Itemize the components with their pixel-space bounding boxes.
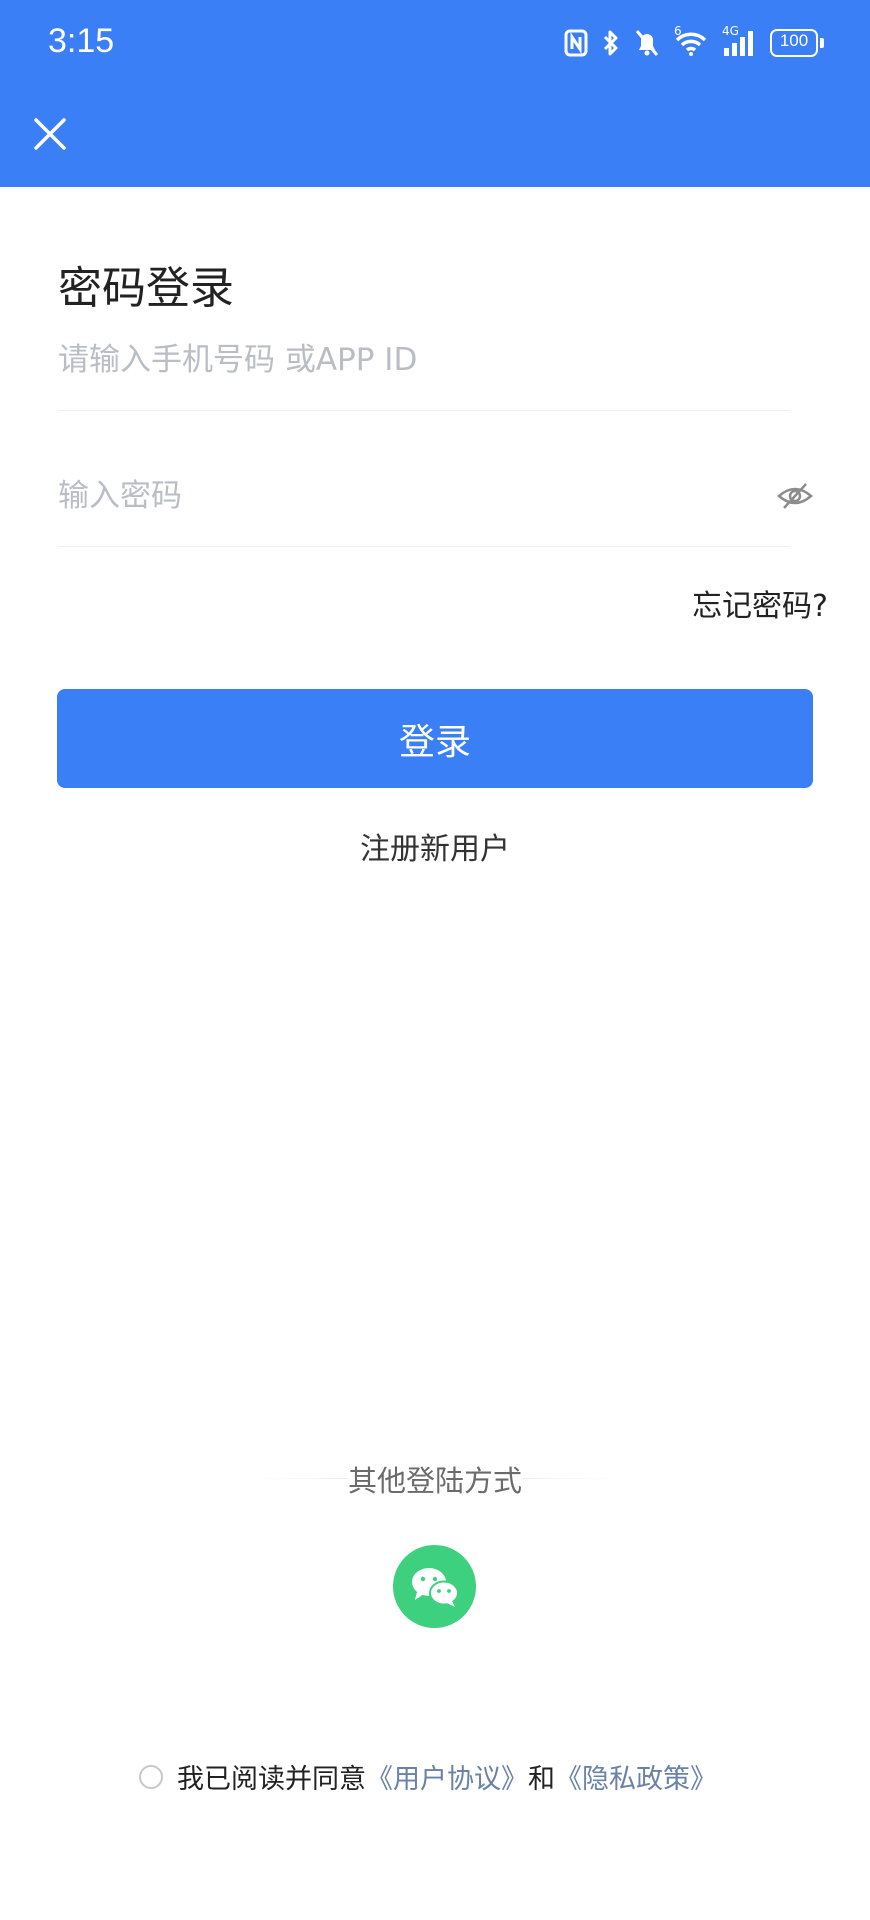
mute-bell-icon xyxy=(635,30,659,56)
agreement-checkbox[interactable] xyxy=(139,1764,163,1789)
phone-input[interactable] xyxy=(58,338,758,382)
status-icons: 6 4G 100 xyxy=(564,24,824,62)
close-icon[interactable] xyxy=(32,116,68,152)
signal-icon xyxy=(724,31,753,56)
page-title: 密码登录 xyxy=(58,263,234,314)
wechat-icon xyxy=(411,1567,459,1607)
eye-hidden-icon[interactable] xyxy=(776,478,814,514)
battery-icon: 100 xyxy=(770,29,824,57)
agreement-and: 和 xyxy=(528,1764,555,1795)
register-label[interactable]: 注册新用户 xyxy=(360,832,510,867)
app-header: 3:15 6 4G 100 xyxy=(0,0,870,187)
battery-level: 100 xyxy=(779,31,809,50)
wifi-icon xyxy=(675,32,707,56)
agreement-prefix: 我已阅读并同意 xyxy=(177,1764,366,1795)
register-link: 注册新用户 xyxy=(0,824,870,868)
bluetooth-icon xyxy=(603,30,618,56)
privacy-policy-link[interactable]: 《隐私政策》 xyxy=(555,1757,717,1796)
agreement-row: 我已阅读并同意 《用户协议》 和 《隐私政策》 xyxy=(139,1757,717,1796)
user-agreement-link[interactable]: 《用户协议》 xyxy=(366,1757,528,1796)
wechat-login-button[interactable] xyxy=(393,1545,476,1628)
password-input[interactable] xyxy=(58,474,698,518)
other-login-label: 其他登陆方式 xyxy=(347,1464,522,1498)
status-time: 3:15 xyxy=(48,22,115,60)
forgot-password-link[interactable]: 忘记密码? xyxy=(692,581,828,625)
nfc-icon xyxy=(564,29,588,57)
password-divider xyxy=(58,546,790,547)
login-button[interactable]: 登录 xyxy=(57,689,813,788)
phone-divider xyxy=(58,410,790,411)
